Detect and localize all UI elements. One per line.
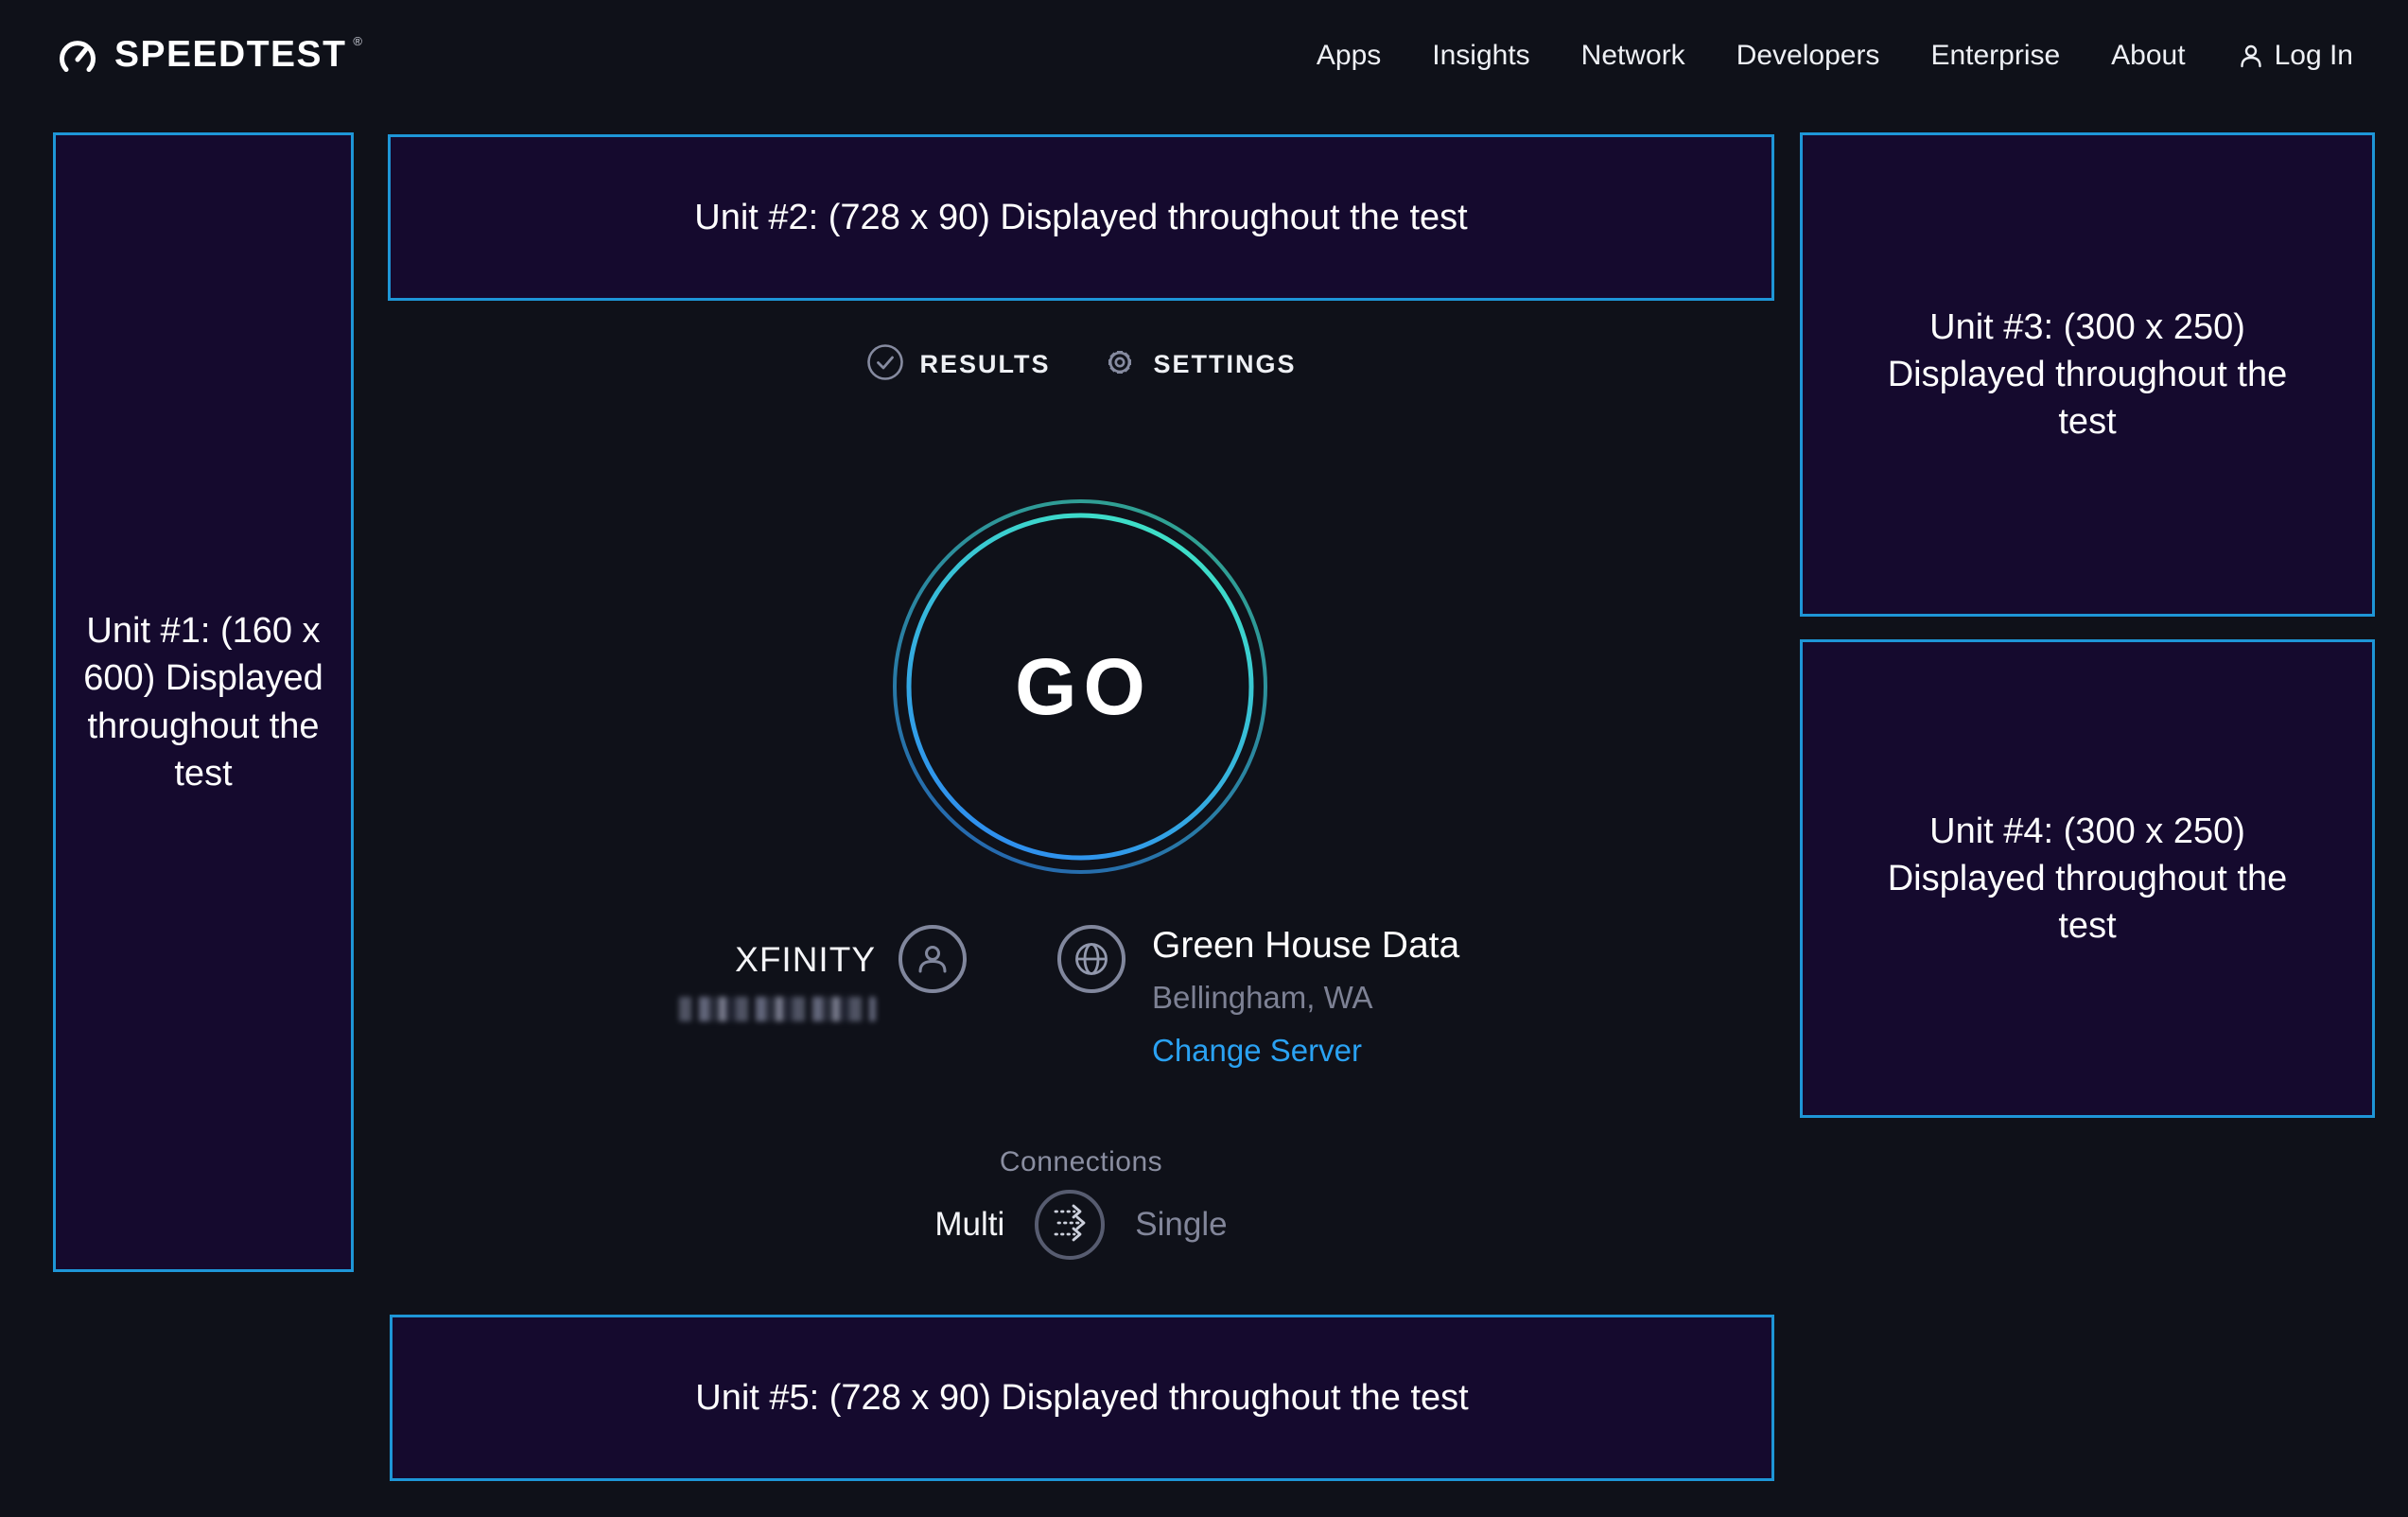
isp-ip-redacted [679, 997, 876, 1021]
speedometer-gauge-icon [55, 32, 100, 79]
tab-settings[interactable]: SETTINGS [1100, 342, 1297, 387]
go-button-label: GO [881, 488, 1279, 885]
ad-unit-4-label: Unit #4: (300 x 250) Displayed throughou… [1855, 808, 2320, 950]
server-name: Green House Data [1152, 925, 1483, 967]
log-in-button[interactable]: Log In [2237, 40, 2353, 72]
ad-unit-5-leaderboard[interactable]: Unit #5: (728 x 90) Displayed throughout… [390, 1315, 1774, 1481]
server-location: Bellingham, WA [1152, 980, 1483, 1016]
connections-multi-option[interactable]: Multi [934, 1206, 1004, 1244]
nav-item-developers[interactable]: Developers [1736, 40, 1880, 72]
check-circle-icon [865, 342, 905, 387]
multi-arrows-icon [1047, 1200, 1092, 1250]
tab-results-label: RESULTS [919, 350, 1050, 379]
speedtest-page: { "page": { "background": "#0f1119", "ad… [0, 0, 2408, 1517]
ad-unit-4-rectangle[interactable]: Unit #4: (300 x 250) Displayed throughou… [1800, 639, 2375, 1118]
isp-block: XFINITY [679, 940, 876, 1021]
ad-unit-5-label: Unit #5: (728 x 90) Displayed throughout… [695, 1374, 1468, 1421]
nav-item-about[interactable]: About [2111, 40, 2185, 72]
tab-settings-label: SETTINGS [1154, 350, 1297, 379]
ad-unit-1-skyscraper[interactable]: Unit #1: (160 x 600) Displayed throughou… [53, 132, 354, 1272]
connections-toggle-row: Multi Single [388, 1190, 1774, 1260]
log-in-label: Log In [2275, 40, 2353, 72]
ad-unit-2-label: Unit #2: (728 x 90) Displayed throughout… [694, 194, 1467, 241]
gear-icon [1100, 342, 1140, 387]
results-settings-tabs: RESULTS SETTINGS [388, 342, 1774, 387]
tab-results[interactable]: RESULTS [865, 342, 1050, 387]
nav-item-insights[interactable]: Insights [1432, 40, 1529, 72]
ad-unit-3-label: Unit #3: (300 x 250) Displayed throughou… [1855, 304, 2320, 445]
logo-wordmark: SPEEDTEST [114, 32, 346, 78]
connections-toggle-button[interactable] [1035, 1190, 1105, 1260]
connections-label: Connections [388, 1146, 1774, 1178]
nav-item-network[interactable]: Network [1581, 40, 1685, 72]
main-nav: Apps Insights Network Developers Enterpr… [1317, 40, 2353, 72]
speedtest-logo[interactable]: SPEEDTEST ® [55, 32, 362, 79]
connections-single-option[interactable]: Single [1135, 1206, 1227, 1244]
user-icon [2237, 42, 2265, 70]
isp-name: XFINITY [679, 940, 876, 980]
logo-trademark: ® [353, 34, 362, 48]
server-block: Green House Data Bellingham, WA Change S… [1152, 925, 1483, 1069]
server-globe-icon [1057, 925, 1125, 993]
nav-item-apps[interactable]: Apps [1317, 40, 1381, 72]
ad-unit-1-label: Unit #1: (160 x 600) Displayed throughou… [79, 607, 328, 797]
nav-item-enterprise[interactable]: Enterprise [1930, 40, 2060, 72]
ad-unit-3-rectangle[interactable]: Unit #3: (300 x 250) Displayed throughou… [1800, 132, 2375, 617]
go-button[interactable]: GO [881, 488, 1279, 885]
top-nav-bar: SPEEDTEST ® Apps Insights Network Develo… [0, 0, 2408, 112]
connection-info-row: XFINITY Green House Data Bellingham, WA … [388, 925, 1774, 1069]
isp-user-icon [899, 925, 967, 993]
change-server-link[interactable]: Change Server [1152, 1033, 1362, 1069]
ad-unit-2-leaderboard[interactable]: Unit #2: (728 x 90) Displayed throughout… [388, 134, 1774, 301]
